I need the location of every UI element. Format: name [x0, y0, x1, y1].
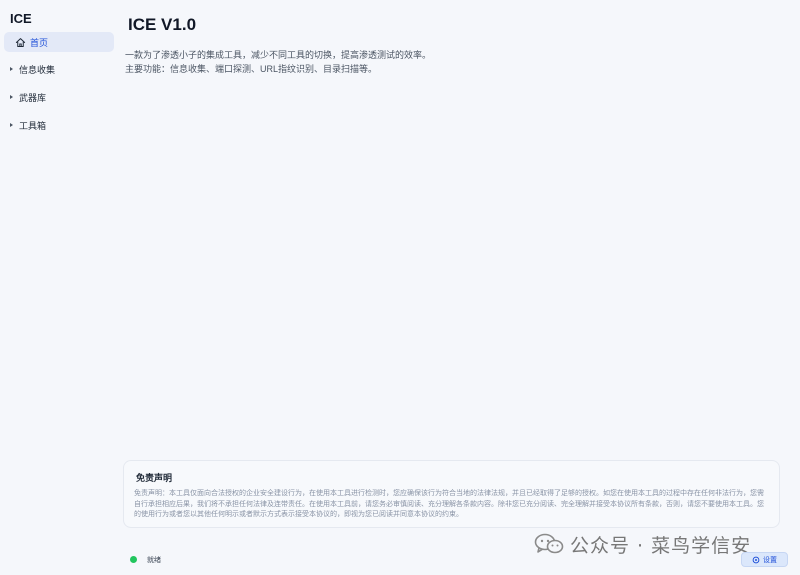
- sidebar-item-label: 武器库: [19, 92, 47, 103]
- sidebar-item-info-collection[interactable]: 信息收集: [4, 59, 114, 79]
- description-line: 一款为了渗透小子的集成工具，减少不同工具的切换，提高渗透测试的效率。: [125, 50, 432, 60]
- watermark-text: 公众号 · 菜鸟学信安: [570, 534, 752, 557]
- sidebar-item-home[interactable]: 首页: [4, 32, 114, 52]
- disclaimer-card: 免责声明 免责声明：本工具仅面向合法授权的企业安全建设行为，在使用本工具进行检测…: [123, 460, 780, 528]
- sidebar-item-label: 信息收集: [19, 64, 56, 75]
- sidebar-item-label: 工具箱: [19, 120, 47, 131]
- page-title: ICE V1.0: [128, 15, 197, 34]
- home-icon: [15, 37, 26, 48]
- status-indicator-icon: [130, 556, 137, 563]
- description-line: 主要功能：信息收集、端口探测、URL指纹识别、目录扫描等。: [125, 64, 378, 74]
- wechat-icon: [534, 533, 564, 555]
- caret-right-icon: [10, 95, 13, 99]
- gear-icon: [752, 556, 760, 564]
- disclaimer-title: 免责声明: [136, 473, 173, 483]
- settings-button[interactable]: 设置: [741, 552, 788, 567]
- watermark: 公众号 · 菜鸟学信安: [534, 532, 752, 557]
- caret-right-icon: [10, 67, 13, 71]
- app-window: ICE 首页 信息收集 武器库 工具箱 ICE V1.0 一款为了渗透小子的集成…: [0, 0, 800, 575]
- caret-right-icon: [10, 123, 13, 127]
- disclaimer-text: 免责声明：本工具仅面向合法授权的企业安全建设行为，在使用本工具进行检测时，您应确…: [134, 490, 764, 518]
- settings-label: 设置: [763, 556, 777, 564]
- status-text: 就绪: [147, 557, 161, 564]
- sidebar-item-arsenal[interactable]: 武器库: [4, 87, 114, 107]
- sidebar-item-toolbox[interactable]: 工具箱: [4, 115, 114, 135]
- app-title: ICE: [10, 11, 32, 26]
- sidebar-item-label: 首页: [30, 37, 49, 48]
- sidebar: ICE 首页 信息收集 武器库 工具箱: [0, 0, 118, 575]
